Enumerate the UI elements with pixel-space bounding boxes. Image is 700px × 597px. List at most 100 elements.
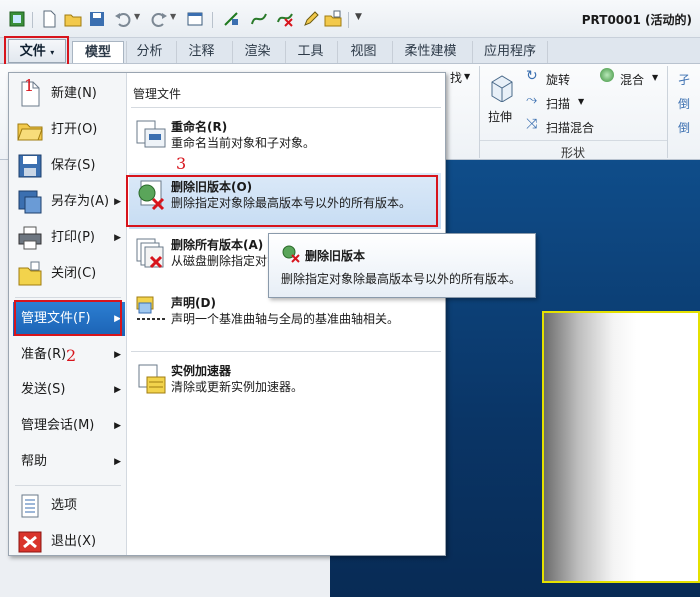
group-divider	[480, 140, 667, 141]
submenu-item-title: 实例加速器	[171, 364, 232, 378]
ribbon-partial-label: 找	[450, 71, 463, 85]
ribbon-divider	[667, 66, 668, 158]
declare-icon	[136, 296, 165, 320]
revolve-button[interactable]: ↻ 旋转	[526, 68, 596, 88]
open-folder-icon[interactable]	[64, 10, 82, 28]
menu-item-label: 新建(N)	[51, 86, 97, 101]
annotation-number-2: 2	[66, 346, 77, 365]
new-file-icon[interactable]	[40, 10, 58, 28]
partial-tool-3[interactable]: 倒	[678, 119, 690, 136]
delete-all-versions-icon	[136, 238, 164, 269]
edit-icon[interactable]	[302, 10, 320, 28]
tab-render[interactable]: 渲染	[232, 41, 282, 63]
blend-button[interactable]: 混合 ▼	[600, 68, 662, 88]
partial-tool-2[interactable]: 倒	[678, 95, 690, 112]
tab-tools[interactable]: 工具	[285, 41, 335, 63]
submenu-heading: 管理文件	[133, 87, 182, 101]
menu-item-open[interactable]: 打开(O)	[13, 113, 123, 147]
redo-dropdown-icon[interactable]: ▼	[170, 12, 176, 21]
menu-item-label: 打印(P)	[51, 230, 95, 245]
submenu-separator	[131, 107, 441, 108]
regenerate-icon[interactable]	[222, 10, 240, 28]
curve-icon[interactable]	[250, 10, 268, 28]
tab-annotate[interactable]: 注释	[176, 41, 226, 63]
menu-item-label: 退出(X)	[51, 534, 97, 549]
annotation-box-manage-files	[14, 300, 122, 336]
title-bar: ▼ ▼ ▼ PRT0001 (活动的)	[0, 0, 700, 38]
blend-icon	[600, 68, 614, 82]
quick-access-menu-icon[interactable]: ▼	[355, 12, 362, 22]
submenu-arrow-icon: ▶	[114, 197, 121, 207]
options-icon	[21, 494, 39, 518]
ribbon-divider	[479, 66, 480, 158]
menu-item-label: 发送(S)	[21, 382, 66, 397]
revolve-icon: ↻	[526, 68, 538, 84]
menu-item-label: 关闭(C)	[51, 266, 97, 281]
save-as-icon	[18, 190, 42, 214]
chevron-down-icon: ▼	[464, 72, 471, 81]
swept-blend-icon: ⤨	[526, 116, 538, 132]
undo-dropdown-icon[interactable]: ▼	[134, 12, 140, 21]
menu-separator	[15, 297, 121, 298]
tab-view[interactable]: 视图	[337, 41, 389, 63]
delete-curve-icon[interactable]	[276, 10, 294, 28]
extrude-button[interactable]: 拉伸	[484, 70, 520, 136]
group-shapes-label: 形状	[561, 146, 586, 160]
extrude-label: 拉伸	[488, 110, 513, 124]
chevron-down-icon: ▼	[652, 73, 659, 82]
menu-item-label: 选项	[51, 498, 78, 513]
tab-model[interactable]: 模型	[72, 41, 124, 63]
submenu-arrow-icon: ▶	[114, 421, 121, 431]
menu-item-label: 打开(O)	[51, 122, 98, 137]
swept-blend-label: 扫描混合	[546, 121, 595, 135]
menu-separator	[15, 485, 121, 486]
menu-item-help[interactable]: 帮助 ▶	[13, 445, 125, 479]
submenu-item-title: 声明(D)	[171, 296, 216, 310]
exit-icon	[18, 531, 42, 553]
document-title: PRT0001 (活动的)	[581, 13, 692, 27]
menu-item-save-as[interactable]: 另存为(A) ▶	[13, 185, 123, 219]
tooltip-title: 删除旧版本	[305, 249, 366, 263]
tooltip: 删除旧版本 删除指定对象除最高版本号以外的所有版本。	[268, 233, 536, 298]
window-icon[interactable]	[186, 10, 204, 28]
menu-item-close[interactable]: 关闭(C)	[13, 257, 123, 291]
save-icon	[18, 154, 42, 178]
sweep-label: 扫描	[546, 97, 571, 111]
menu-item-manage-session[interactable]: 管理会话(M) ▶	[13, 409, 125, 443]
partial-tool-1[interactable]: 孑	[678, 71, 690, 88]
tab-flexible-modeling[interactable]: 柔性建模	[392, 41, 468, 63]
redo-icon[interactable]	[150, 10, 168, 28]
annotation-number-3: 3	[176, 154, 187, 173]
sweep-button[interactable]: ⤳ 扫描 ▼	[526, 92, 596, 112]
instance-accelerator-icon	[138, 364, 166, 394]
close-folder-icon	[18, 261, 42, 286]
revolve-label: 旋转	[546, 73, 571, 87]
menu-item-label: 准备(R)	[21, 347, 67, 362]
submenu-arrow-icon: ▶	[114, 350, 121, 360]
annotation-box-file	[4, 36, 69, 66]
swept-blend-button[interactable]: ⤨ 扫描混合	[526, 116, 602, 136]
menu-item-label: 管理会话(M)	[21, 418, 95, 433]
tab-analysis[interactable]: 分析	[126, 41, 172, 63]
menu-item-print[interactable]: 打印(P) ▶	[13, 221, 123, 255]
submenu-item-desc: 清除或更新实例加速器。	[171, 380, 304, 394]
menu-item-send[interactable]: 发送(S) ▶	[13, 373, 125, 407]
submenu-item-instance-accelerator[interactable]: 实例加速器 清除或更新实例加速器。	[129, 357, 441, 413]
printer-icon	[18, 226, 42, 250]
annotation-number-1: 1	[24, 76, 35, 95]
save-icon[interactable]	[88, 10, 106, 28]
blend-label: 混合	[620, 73, 645, 87]
tab-applications[interactable]: 应用程序	[472, 41, 548, 63]
submenu-item-title: 删除所有版本(A)	[171, 238, 264, 252]
rename-icon	[136, 120, 166, 148]
submenu-item-desc: 重命名当前对象和子对象。	[171, 136, 316, 150]
model-part[interactable]	[542, 311, 700, 583]
undo-icon[interactable]	[114, 10, 132, 28]
menu-item-label: 另存为(A)	[51, 194, 110, 209]
app-icon	[9, 11, 25, 27]
open-close-folder-icon[interactable]	[324, 10, 342, 28]
menu-item-exit[interactable]: 退出(X)	[13, 525, 123, 559]
menu-item-options[interactable]: 选项	[13, 489, 123, 523]
submenu-separator	[131, 351, 441, 352]
menu-item-save[interactable]: 保存(S)	[13, 149, 123, 183]
